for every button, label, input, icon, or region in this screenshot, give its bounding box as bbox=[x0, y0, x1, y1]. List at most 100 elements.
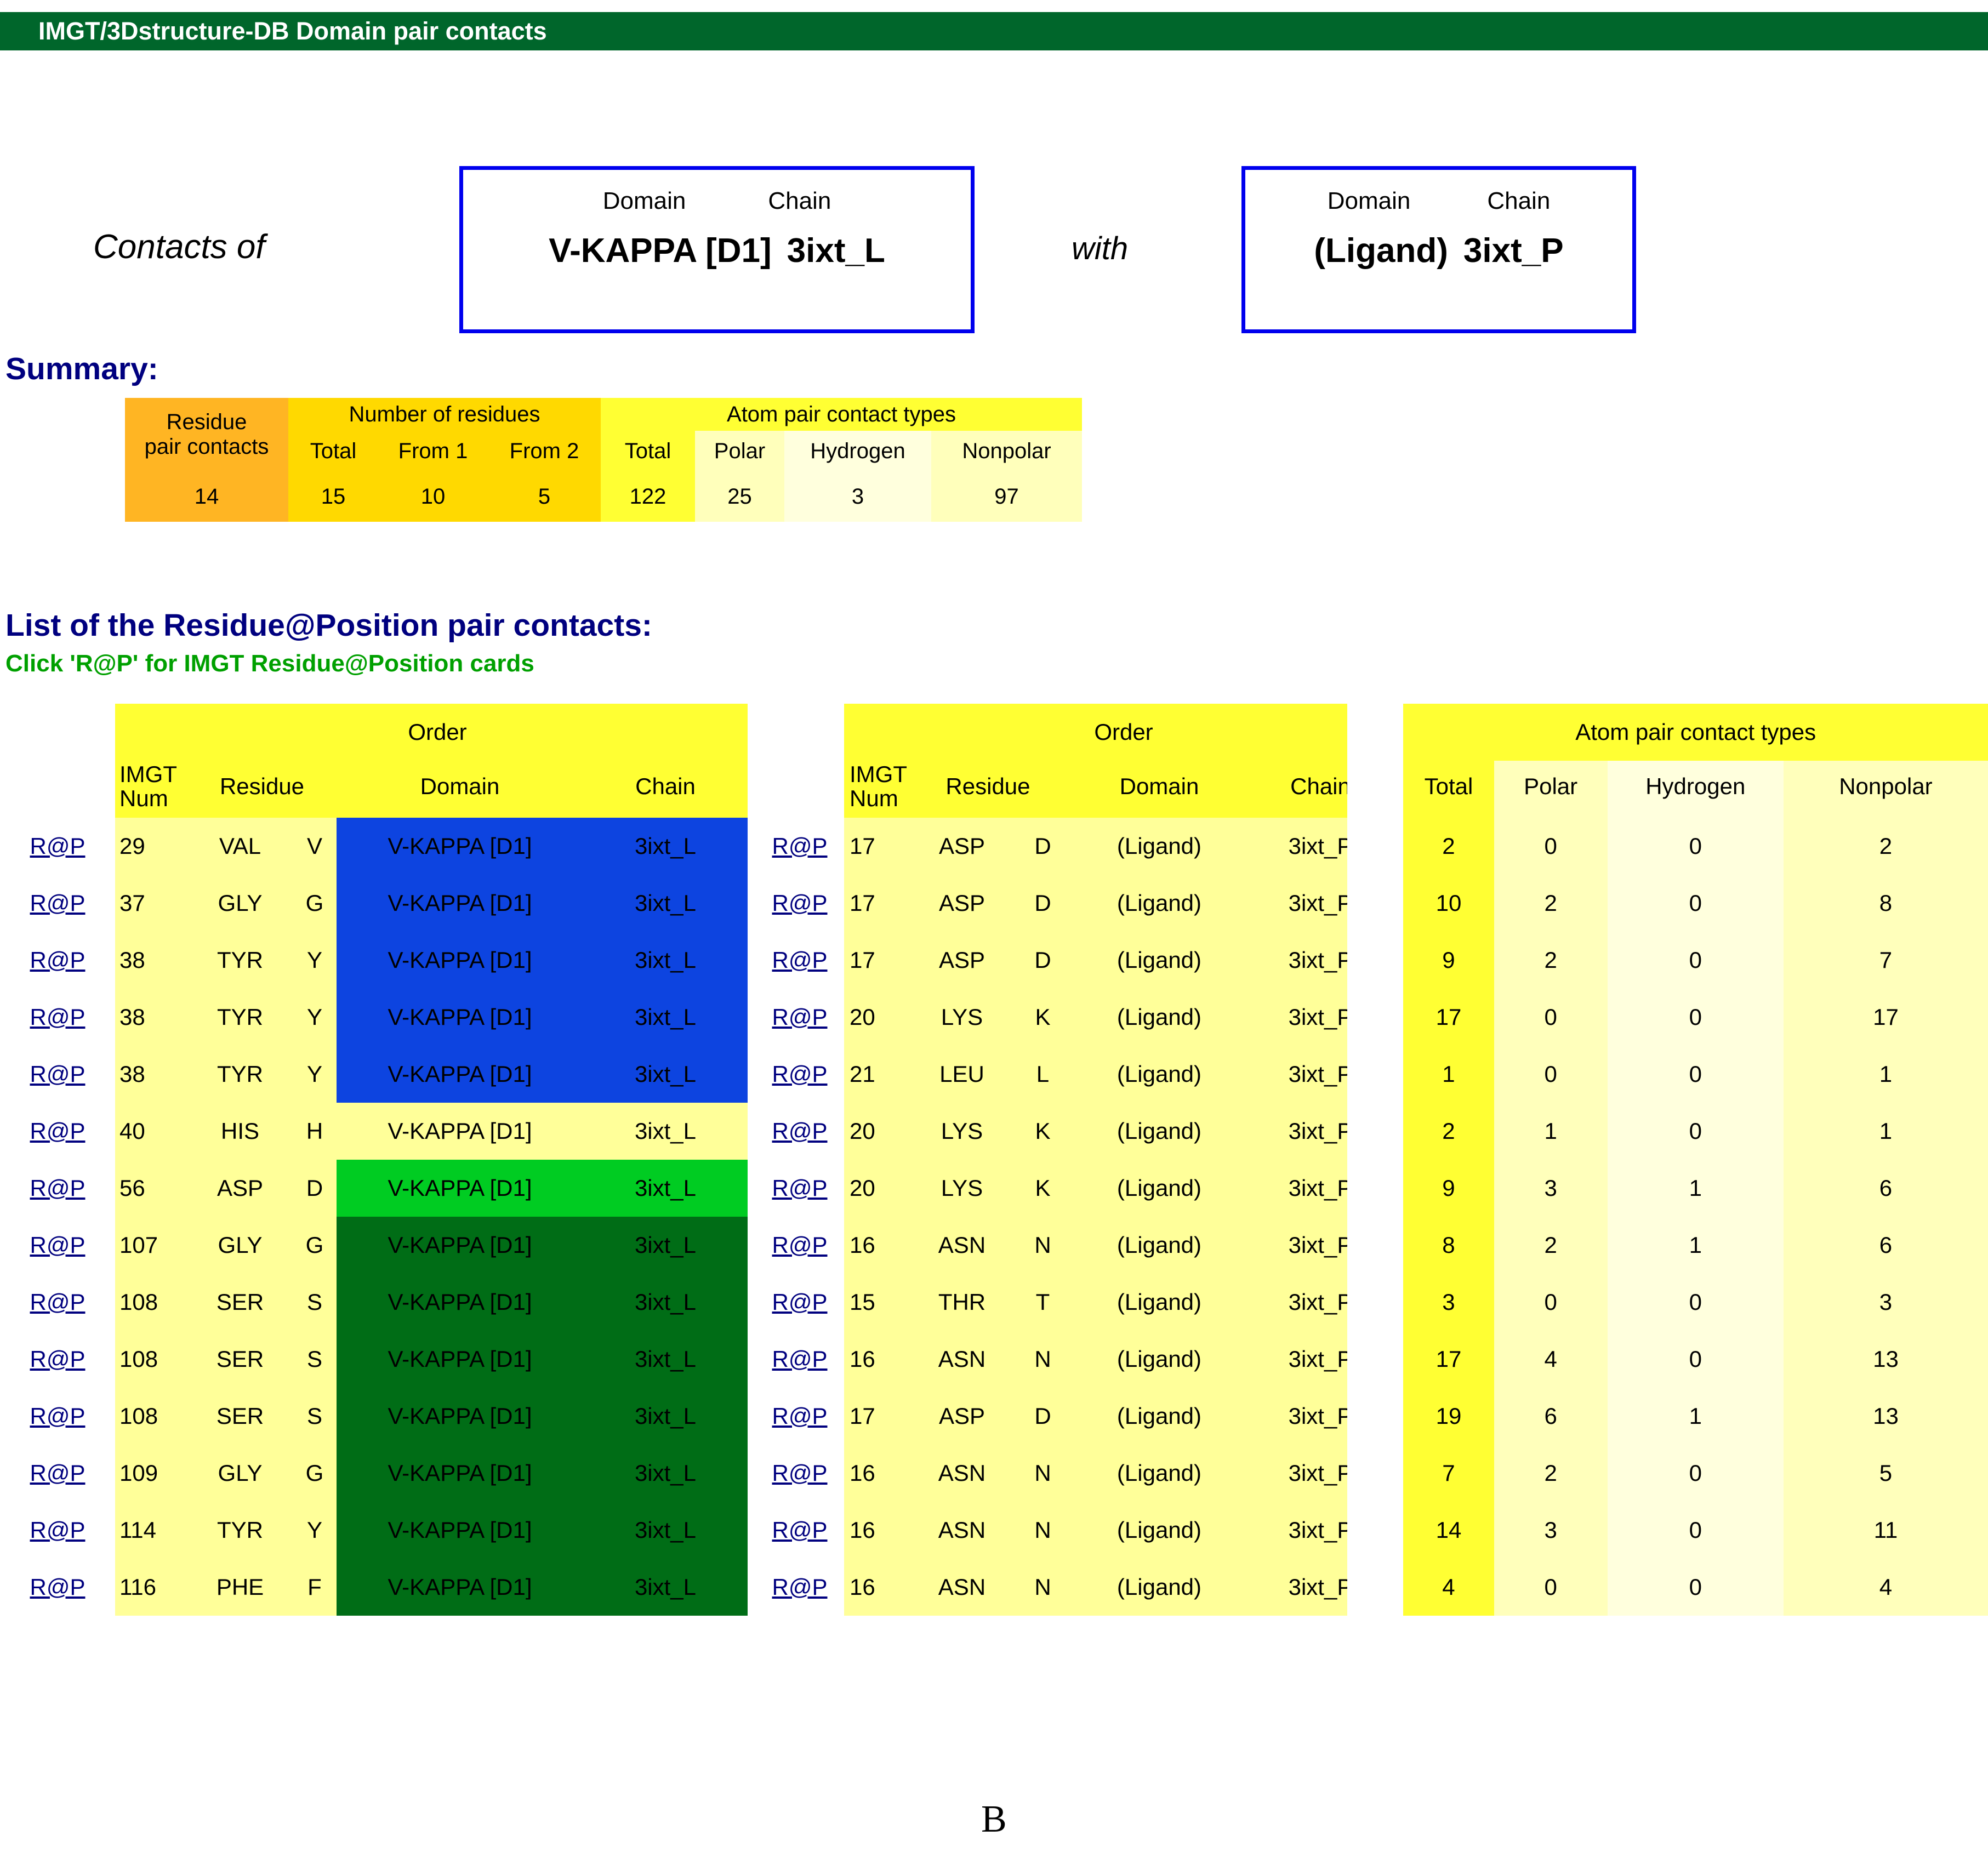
rap-link-cell[interactable]: R@P bbox=[755, 1445, 844, 1502]
rap-link-cell[interactable]: R@P bbox=[755, 875, 844, 932]
rap-link[interactable]: R@P bbox=[30, 1289, 86, 1315]
rap-link[interactable]: R@P bbox=[30, 1574, 86, 1600]
table-row: R@P 40 HIS H V-KAPPA [D1] 3ixt_L bbox=[0, 1103, 748, 1160]
total-contacts-cell: 19 bbox=[1403, 1388, 1494, 1445]
rap-link-cell[interactable]: R@P bbox=[0, 818, 115, 875]
residue-letter-cell: F bbox=[293, 1559, 337, 1616]
list-heading: List of the Residue@Position pair contac… bbox=[5, 608, 652, 643]
spacer-cell bbox=[1347, 989, 1404, 1046]
rap-link-cell[interactable]: R@P bbox=[755, 989, 844, 1046]
table-row: 10 2 0 8 bbox=[1347, 875, 1988, 932]
rap-link[interactable]: R@P bbox=[772, 1118, 828, 1144]
rap-link-cell[interactable]: R@P bbox=[0, 1046, 115, 1103]
rap-link-cell[interactable]: R@P bbox=[0, 1103, 115, 1160]
residue-name-cell: LEU bbox=[907, 1046, 1017, 1103]
rap-link-cell[interactable]: R@P bbox=[755, 1046, 844, 1103]
block2-order-header: Order bbox=[844, 704, 1391, 761]
rap-link[interactable]: R@P bbox=[30, 1118, 86, 1144]
domain-cell: (Ligand) bbox=[1068, 1388, 1250, 1445]
rap-link-cell[interactable]: R@P bbox=[755, 1217, 844, 1274]
rap-link[interactable]: R@P bbox=[772, 833, 828, 859]
rap-link[interactable]: R@P bbox=[30, 1061, 86, 1087]
residue-letter-cell: Y bbox=[293, 1046, 337, 1103]
rap-link-cell[interactable]: R@P bbox=[0, 875, 115, 932]
rap-link-cell[interactable]: R@P bbox=[0, 1160, 115, 1217]
nonpolar-contacts-cell: 2 bbox=[1783, 818, 1988, 875]
summary-subheader-nonpolar: Nonpolar bbox=[931, 431, 1082, 471]
rap-link[interactable]: R@P bbox=[30, 1346, 86, 1372]
residue-name-cell: ASP bbox=[907, 1388, 1017, 1445]
rap-link[interactable]: R@P bbox=[772, 947, 828, 973]
rap-link[interactable]: R@P bbox=[30, 1517, 86, 1543]
rap-link[interactable]: R@P bbox=[30, 1232, 86, 1258]
hydrogen-contacts-cell: 0 bbox=[1607, 989, 1784, 1046]
rap-link-cell[interactable]: R@P bbox=[755, 1388, 844, 1445]
residue-letter-cell: D bbox=[1016, 932, 1069, 989]
rap-link[interactable]: R@P bbox=[772, 1517, 828, 1543]
spacer-cell bbox=[1347, 1445, 1404, 1502]
polar-contacts-cell: 3 bbox=[1494, 1502, 1608, 1559]
spacer-cell bbox=[1347, 704, 1404, 761]
rap-link[interactable]: R@P bbox=[30, 1004, 86, 1030]
domain-cell: (Ligand) bbox=[1068, 1559, 1250, 1616]
residue-name-cell: GLY bbox=[187, 875, 293, 932]
rap-link-cell[interactable]: R@P bbox=[0, 1445, 115, 1502]
rap-link-cell[interactable]: R@P bbox=[755, 1502, 844, 1559]
rap-link-cell[interactable]: R@P bbox=[0, 1388, 115, 1445]
nonpolar-contacts-cell: 13 bbox=[1783, 1331, 1988, 1388]
imgt-num-cell: 29 bbox=[115, 818, 187, 875]
rap-link[interactable]: R@P bbox=[772, 1004, 828, 1030]
rap-link-cell[interactable]: R@P bbox=[755, 932, 844, 989]
summary-number-of-residues-header: Number of residues bbox=[288, 398, 601, 431]
rap-link[interactable]: R@P bbox=[772, 1175, 828, 1201]
rap-link[interactable]: R@P bbox=[772, 1061, 828, 1087]
nonpolar-contacts-cell: 8 bbox=[1783, 875, 1988, 932]
rap-link-cell[interactable]: R@P bbox=[0, 1217, 115, 1274]
polar-contacts-cell: 0 bbox=[1494, 1559, 1608, 1616]
rap-link[interactable]: R@P bbox=[772, 1574, 828, 1600]
imgt-num-cell: 20 bbox=[844, 1160, 907, 1217]
domain-cell: (Ligand) bbox=[1068, 932, 1250, 989]
residue-name-cell: TYR bbox=[187, 1046, 293, 1103]
rap-link-cell[interactable]: R@P bbox=[755, 1103, 844, 1160]
rap-link[interactable]: R@P bbox=[772, 1289, 828, 1315]
domain-cell: (Ligand) bbox=[1068, 1046, 1250, 1103]
rap-link-cell[interactable]: R@P bbox=[755, 818, 844, 875]
rap-link[interactable]: R@P bbox=[30, 947, 86, 973]
rap-link[interactable]: R@P bbox=[30, 833, 86, 859]
spacer-cell bbox=[755, 761, 844, 818]
total-contacts-cell: 9 bbox=[1403, 932, 1494, 989]
rap-link[interactable]: R@P bbox=[30, 1175, 86, 1201]
rap-link-cell[interactable]: R@P bbox=[0, 1559, 115, 1616]
residue-letter-cell: G bbox=[293, 1445, 337, 1502]
rap-link-cell[interactable]: R@P bbox=[0, 1331, 115, 1388]
rap-link-cell[interactable]: R@P bbox=[755, 1160, 844, 1217]
rap-link[interactable]: R@P bbox=[772, 1232, 828, 1258]
rap-link[interactable]: R@P bbox=[772, 1403, 828, 1429]
block1-rows: R@P 29 VAL V V-KAPPA [D1] 3ixt_L R@P 37 GLY G V-KA… bbox=[0, 818, 748, 1616]
residue-letter-cell: N bbox=[1016, 1217, 1069, 1274]
imgt-num-cell: 16 bbox=[844, 1502, 907, 1559]
hydrogen-contacts-cell: 0 bbox=[1607, 932, 1784, 989]
rap-link-cell[interactable]: R@P bbox=[755, 1274, 844, 1331]
rap-link[interactable]: R@P bbox=[30, 890, 86, 916]
imgt-num-cell: 114 bbox=[115, 1502, 187, 1559]
chain-column-label: Chain bbox=[768, 187, 831, 214]
nonpolar-contacts-cell: 1 bbox=[1783, 1046, 1988, 1103]
domain-box-second: Domain Chain (Ligand) 3ixt_P bbox=[1241, 166, 1636, 333]
hydrogen-contacts-cell: 1 bbox=[1607, 1217, 1784, 1274]
rap-link-cell[interactable]: R@P bbox=[0, 932, 115, 989]
rap-link-cell[interactable]: R@P bbox=[755, 1331, 844, 1388]
summary-value-total-atom: 122 bbox=[601, 471, 695, 522]
rap-link[interactable]: R@P bbox=[772, 890, 828, 916]
rap-link-cell[interactable]: R@P bbox=[0, 1502, 115, 1559]
summary-group-header-row: Residue pair contacts Number of residues… bbox=[125, 398, 1082, 471]
rap-link[interactable]: R@P bbox=[772, 1460, 828, 1486]
rap-link-cell[interactable]: R@P bbox=[0, 1274, 115, 1331]
rap-link[interactable]: R@P bbox=[772, 1346, 828, 1372]
rap-link-cell[interactable]: R@P bbox=[755, 1559, 844, 1616]
rap-link[interactable]: R@P bbox=[30, 1403, 86, 1429]
rap-link[interactable]: R@P bbox=[30, 1460, 86, 1486]
polar-contacts-cell: 0 bbox=[1494, 818, 1608, 875]
rap-link-cell[interactable]: R@P bbox=[0, 989, 115, 1046]
